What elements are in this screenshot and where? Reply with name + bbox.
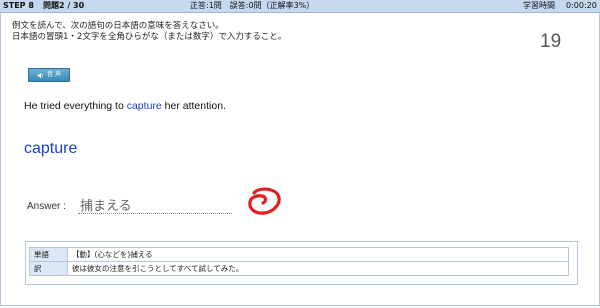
sentence-after: her attention. (161, 100, 226, 112)
info-head-word: 単語 (29, 247, 68, 262)
sentence-highlight: capture (126, 100, 162, 112)
info-head-translation: 訳 (29, 261, 68, 276)
status-bar: STEP 8 問題2 / 30 正答:1問 誤答:0問（正解率3%） 学習時間 … (0, 0, 600, 13)
progress-label: 問題2 / 30 (43, 1, 85, 10)
instructions: 例文を読んで、次の語句の日本語の意味を答えなさい。 日本語の冒頭1・2文字を全角… (12, 21, 286, 43)
answer-input[interactable] (78, 195, 232, 214)
audio-button-label: 音 声 (47, 71, 61, 78)
example-sentence: He tried everything to capture her atten… (24, 100, 226, 112)
target-word: capture (24, 140, 78, 157)
instruction-line-2: 日本語の冒頭1・2文字を全角ひらがな（または数字）で入力すること。 (12, 32, 287, 42)
instruction-line-1: 例文を読んで、次の語句の日本語の意味を答えなさい。 (12, 21, 224, 31)
sentence-before: He tried everything to (24, 100, 127, 112)
table-row: 単語 【動】(心などを)捕える (29, 247, 569, 262)
score-label: 正答:1問 誤答:0問（正解率3%） (190, 1, 315, 10)
time-label: 学習時間 (523, 1, 555, 10)
answer-label: Answer : (27, 201, 66, 212)
info-body-word: 【動】(心などを)捕える (67, 247, 569, 262)
question-number: 19 (540, 31, 562, 52)
info-body-translation: 彼は彼女の注意を引こうとしてすべて試してみた。 (67, 261, 569, 276)
audio-button[interactable]: 音 声 (28, 68, 70, 82)
correct-circle-icon (248, 187, 281, 215)
table-row: 訳 彼は彼女の注意を引こうとしてすべて試してみた。 (29, 261, 569, 276)
speaker-icon (37, 72, 43, 78)
step-label: STEP 8 (3, 1, 34, 10)
time-value: 0:00:20 (566, 1, 597, 10)
info-table: 単語 【動】(心などを)捕える 訳 彼は彼女の注意を引こうとしてすべて試してみた… (29, 247, 569, 276)
